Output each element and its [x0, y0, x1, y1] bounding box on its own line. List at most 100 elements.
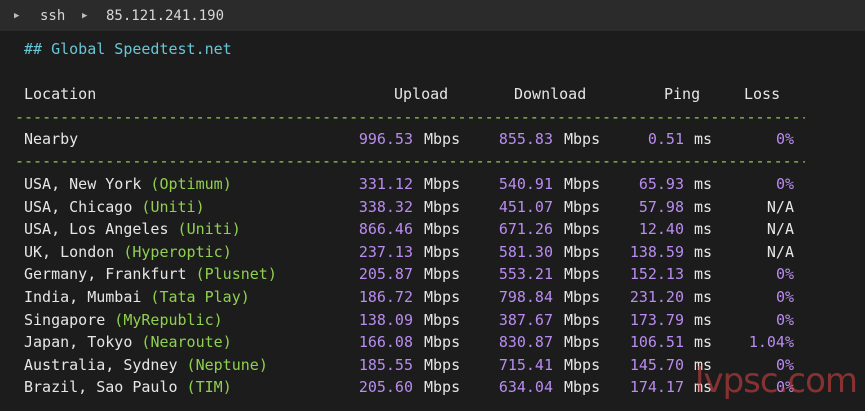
row-isp-open: ( [186, 265, 205, 284]
row-upload: 866.46 [358, 220, 413, 239]
row-ping: 145.70 [629, 355, 684, 374]
row-ping-unit: ms [694, 265, 713, 284]
row-upload: 205.87 [358, 265, 413, 284]
table-row: UK, London (Hyperoptic) 237.13 Mbps 581.30 M… [0, 241, 865, 263]
nearby-ping-unit: ms [694, 130, 713, 148]
row-isp-close: ) [267, 265, 277, 284]
table-row: India, Mumbai (Tata Play) 186.72 Mbps 798.8… [0, 286, 865, 308]
row-download: 671.26 [498, 220, 553, 239]
row-download-unit: Mbps [564, 265, 601, 284]
row-place: Australia, Sydney [24, 355, 178, 374]
nearby-location: Nearby [24, 130, 79, 148]
row-location: USA, Chicago (Uniti) [24, 196, 205, 218]
tab-host[interactable]: 85.121.241.190 [106, 8, 224, 24]
row-isp-close: ) [213, 310, 223, 329]
row-ping: 138.59 [629, 242, 684, 261]
row-ping-unit: ms [694, 220, 713, 239]
row-isp: Hyperoptic [132, 242, 223, 261]
row-download-unit: Mbps [564, 333, 601, 352]
row-isp-close: ) [222, 175, 232, 193]
row-upload-unit: Mbps [424, 378, 461, 397]
nearby-upload-unit: Mbps [424, 130, 461, 148]
row-isp-close: ) [240, 288, 250, 306]
row-download-unit: Mbps [564, 175, 601, 193]
row-isp: Plusnet [204, 265, 268, 284]
row-download: 830.87 [498, 333, 553, 352]
row-upload: 185.55 [358, 355, 413, 374]
row-isp-close: ) [231, 220, 241, 239]
row-place: Japan, Tokyo [24, 333, 133, 352]
watermark-logo: lvpsc.com [695, 361, 858, 401]
row-upload: 338.32 [358, 197, 413, 216]
row-upload: 205.60 [358, 378, 413, 397]
row-upload: 166.08 [358, 333, 413, 352]
row-isp-open: ( [141, 288, 160, 306]
row-place: India, Mumbai [24, 288, 142, 306]
row-loss: 0% [775, 175, 794, 193]
row-upload-unit: Mbps [424, 355, 461, 374]
row-loss: 1.04% [748, 333, 794, 352]
nearby-upload: 996.53 [358, 130, 413, 148]
row-upload: 138.09 [358, 310, 413, 329]
row-isp: MyRepublic [123, 310, 214, 329]
row-location: Singapore (MyRepublic) [24, 309, 223, 331]
row-download: 581.30 [498, 242, 553, 261]
row-ping-unit: ms [694, 310, 713, 329]
header-ping: Ping [664, 85, 701, 103]
row-upload-unit: Mbps [424, 197, 461, 216]
row-loss: N/A [766, 220, 794, 239]
row-isp: Optimum [159, 175, 223, 193]
row-download: 387.67 [498, 310, 553, 329]
row-loss: 0% [775, 310, 794, 329]
row-upload-unit: Mbps [424, 288, 461, 306]
row-ping-unit: ms [694, 197, 713, 216]
nearby-ping: 0.51 [647, 130, 684, 148]
row-location: Japan, Tokyo (Nearoute) [24, 331, 232, 353]
row-location: UK, London (Hyperoptic) [24, 241, 232, 263]
row-location: USA, Los Angeles (Uniti) [24, 218, 241, 240]
row-location: USA, New York (Optimum) [24, 173, 232, 195]
row-loss: N/A [766, 242, 794, 261]
row-upload-unit: Mbps [424, 175, 461, 193]
row-download-unit: Mbps [564, 378, 601, 397]
row-isp: Nearoute [150, 333, 223, 352]
section-title: ## Global Speedtest.net [24, 40, 232, 58]
tab-command[interactable]: ssh [40, 8, 65, 24]
row-download: 634.04 [498, 378, 553, 397]
table-row: Singapore (MyRepublic) 138.09 Mbps 387.67 Mb… [0, 309, 865, 331]
row-location: India, Mumbai (Tata Play) [24, 286, 250, 308]
row-upload: 237.13 [358, 242, 413, 261]
row-download: 715.41 [498, 355, 553, 374]
row-ping: 57.98 [638, 197, 684, 216]
row-download-unit: Mbps [564, 197, 601, 216]
play-icon[interactable]: ▶ [14, 11, 19, 21]
row-ping: 12.40 [638, 220, 684, 239]
row-download: 553.21 [498, 265, 553, 284]
row-isp-open: ( [141, 175, 160, 193]
row-isp-open: ( [132, 197, 151, 216]
row-ping-unit: ms [694, 288, 713, 306]
row-ping-unit: ms [694, 175, 713, 193]
row-isp-open: ( [105, 310, 124, 329]
row-ping: 231.20 [629, 288, 684, 306]
nearby-download-unit: Mbps [564, 130, 601, 148]
row-isp-close: ) [222, 242, 232, 261]
header-location: Location [24, 85, 97, 103]
row-isp-open: ( [168, 220, 187, 239]
row-ping: 65.93 [638, 175, 684, 193]
separator-bottom: ----------------------------------------… [15, 152, 805, 170]
terminal-output[interactable]: ## Global Speedtest.net Location Upload … [0, 31, 865, 411]
row-isp-close: ) [258, 355, 268, 374]
row-loss: N/A [766, 197, 794, 216]
row-download-unit: Mbps [564, 288, 601, 306]
row-location: Australia, Sydney (Neptune) [24, 354, 268, 376]
separator-top: ----------------------------------------… [15, 108, 805, 126]
row-loss: 0% [775, 265, 794, 284]
table-row: Germany, Frankfurt (Plusnet) 205.87 Mbps 55… [0, 263, 865, 285]
row-upload-unit: Mbps [424, 220, 461, 239]
table-row: USA, New York (Optimum) 331.12 Mbps 540.91 M… [0, 173, 865, 195]
row-place: USA, Los Angeles [24, 220, 169, 239]
row-isp: Uniti [150, 197, 196, 216]
row-place: Germany, Frankfurt [24, 265, 187, 284]
row-place: USA, Chicago [24, 197, 133, 216]
